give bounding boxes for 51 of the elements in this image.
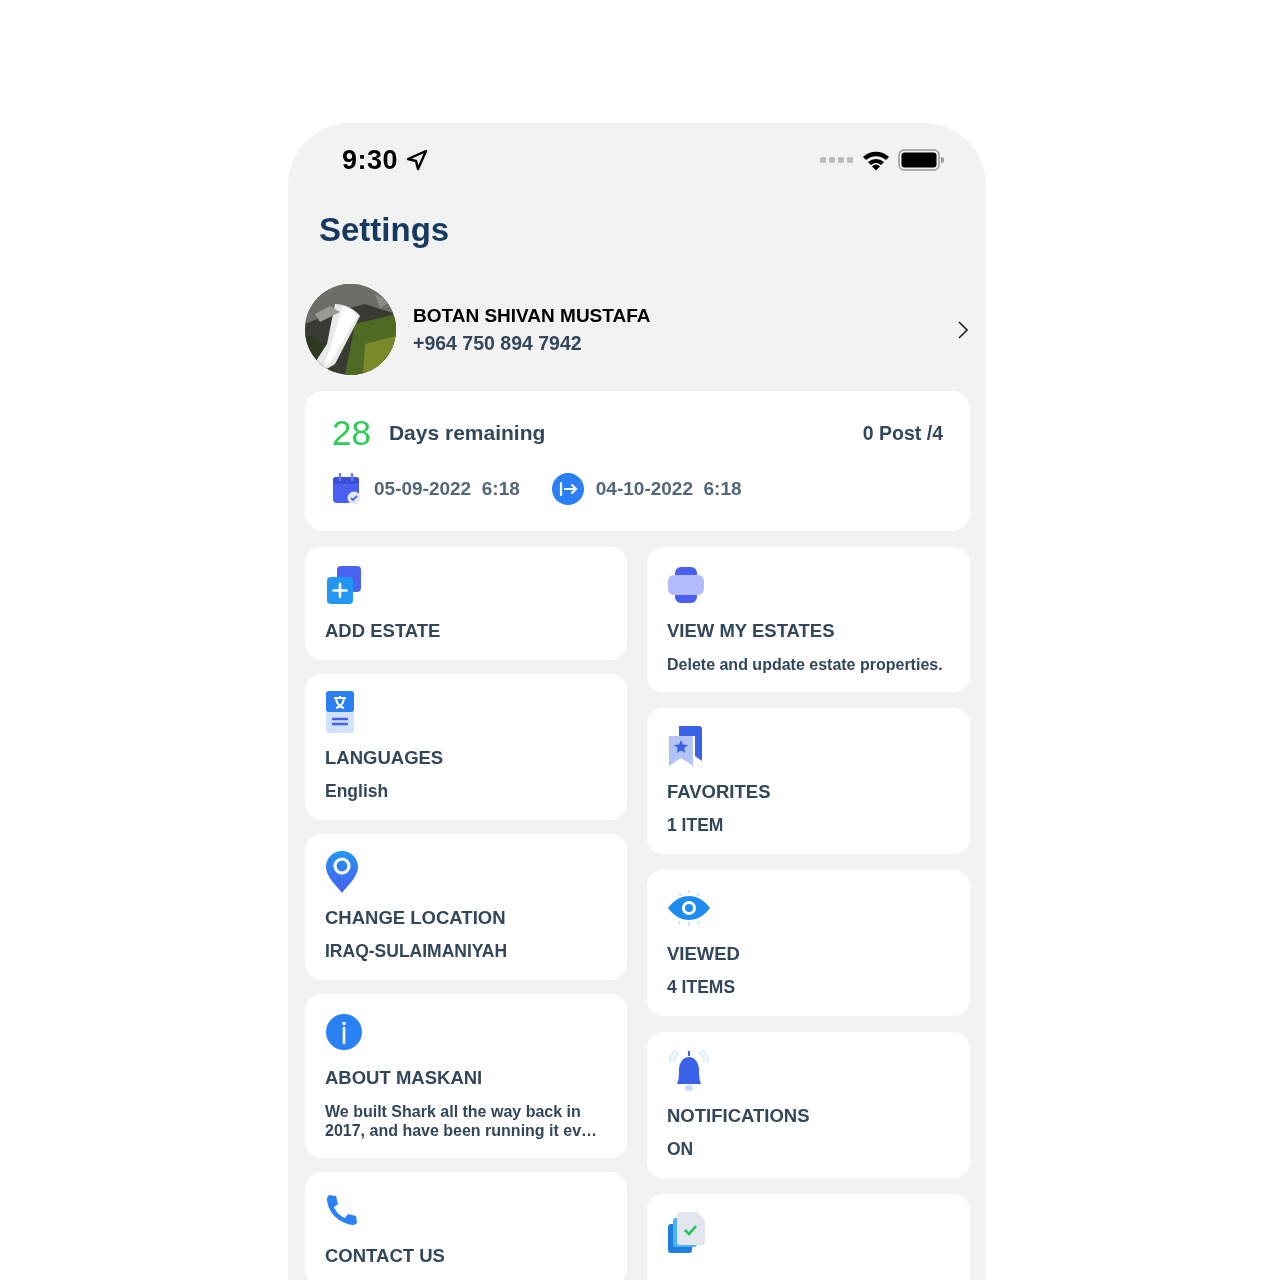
card-title: CONTACT US bbox=[325, 1245, 445, 1267]
profile-row[interactable]: BOTAN SHIVAN MUSTAFA +964 750 894 7942 bbox=[288, 284, 986, 375]
bell-icon bbox=[667, 1048, 711, 1092]
settings-card[interactable]: FAVORITES 1 ITEM bbox=[647, 708, 970, 854]
days-remaining-label: Days remaining bbox=[388, 421, 547, 445]
phone-icon bbox=[325, 1193, 359, 1227]
card-value: 4 ITEMS bbox=[667, 977, 736, 998]
card-title: CHANGE LOCATION bbox=[325, 907, 506, 929]
card-title: ADD ESTATE bbox=[325, 620, 441, 642]
bookmark-star-icon bbox=[667, 725, 703, 767]
profile-phone: +964 750 894 7942 bbox=[413, 331, 583, 355]
card-value: English bbox=[325, 781, 389, 802]
battery-icon bbox=[898, 149, 944, 171]
card-value: IRAQ-SULAIMANIYAH bbox=[325, 941, 508, 962]
start-date: 05-09-2022 6:18 bbox=[374, 478, 520, 500]
status-time: 9:30 bbox=[342, 144, 399, 176]
card-value: 1 ITEM bbox=[667, 815, 724, 836]
wifi-icon bbox=[862, 149, 890, 171]
documents-check-icon bbox=[667, 1210, 707, 1254]
settings-card[interactable]: LANGUAGES English bbox=[305, 674, 627, 820]
card-description: We built Shark all the way back in 2017, and have been running it ev… bbox=[325, 1102, 599, 1140]
card-title: LANGUAGES bbox=[325, 747, 444, 769]
card-title: VIEWED bbox=[667, 943, 740, 965]
settings-card[interactable]: NOTIFICATIONS ON bbox=[647, 1032, 970, 1178]
location-pin-icon bbox=[325, 850, 359, 894]
settings-card[interactable]: CONTACT US bbox=[305, 1172, 627, 1280]
card-title: ABOUT MASKANI bbox=[325, 1067, 483, 1089]
settings-card[interactable]: CHANGE LOCATION IRAQ-SULAIMANIYAH bbox=[305, 834, 627, 980]
info-icon bbox=[325, 1013, 363, 1051]
arrow-right-circle-icon bbox=[551, 473, 584, 505]
card-title: FAVORITES bbox=[667, 781, 771, 803]
end-date: 04-10-2022 6:18 bbox=[595, 478, 742, 500]
profile-name: BOTAN SHIVAN MUSTAFA bbox=[413, 304, 652, 327]
location-arrow-icon bbox=[406, 149, 429, 171]
settings-card[interactable]: VIEWED 4 ITEMS bbox=[647, 870, 970, 1016]
card-value: ON bbox=[667, 1139, 694, 1160]
language-icon bbox=[325, 690, 355, 734]
chevron-right-icon[interactable] bbox=[958, 320, 968, 339]
settings-card[interactable]: VIEW MY ESTATES Delete and update estate properties. bbox=[647, 547, 970, 692]
calendar-icon bbox=[332, 473, 362, 505]
settings-card[interactable]: ADD ESTATE bbox=[305, 547, 627, 660]
settings-card[interactable]: ABOUT MASKANI We built Shark all the way back in 2017, and have been running it ev… bbox=[305, 994, 627, 1158]
page-title: Settings bbox=[318, 210, 451, 250]
add-icon bbox=[325, 565, 363, 605]
card-title: NOTIFICATIONS bbox=[667, 1105, 810, 1127]
signal-icon bbox=[820, 157, 854, 163]
card-title: VIEW MY ESTATES bbox=[667, 620, 835, 642]
card-description: Delete and update estate properties. bbox=[667, 655, 943, 674]
eye-icon bbox=[667, 888, 711, 928]
post-count: 0 Post /4 bbox=[862, 421, 943, 445]
days-count: 28 bbox=[332, 413, 371, 453]
